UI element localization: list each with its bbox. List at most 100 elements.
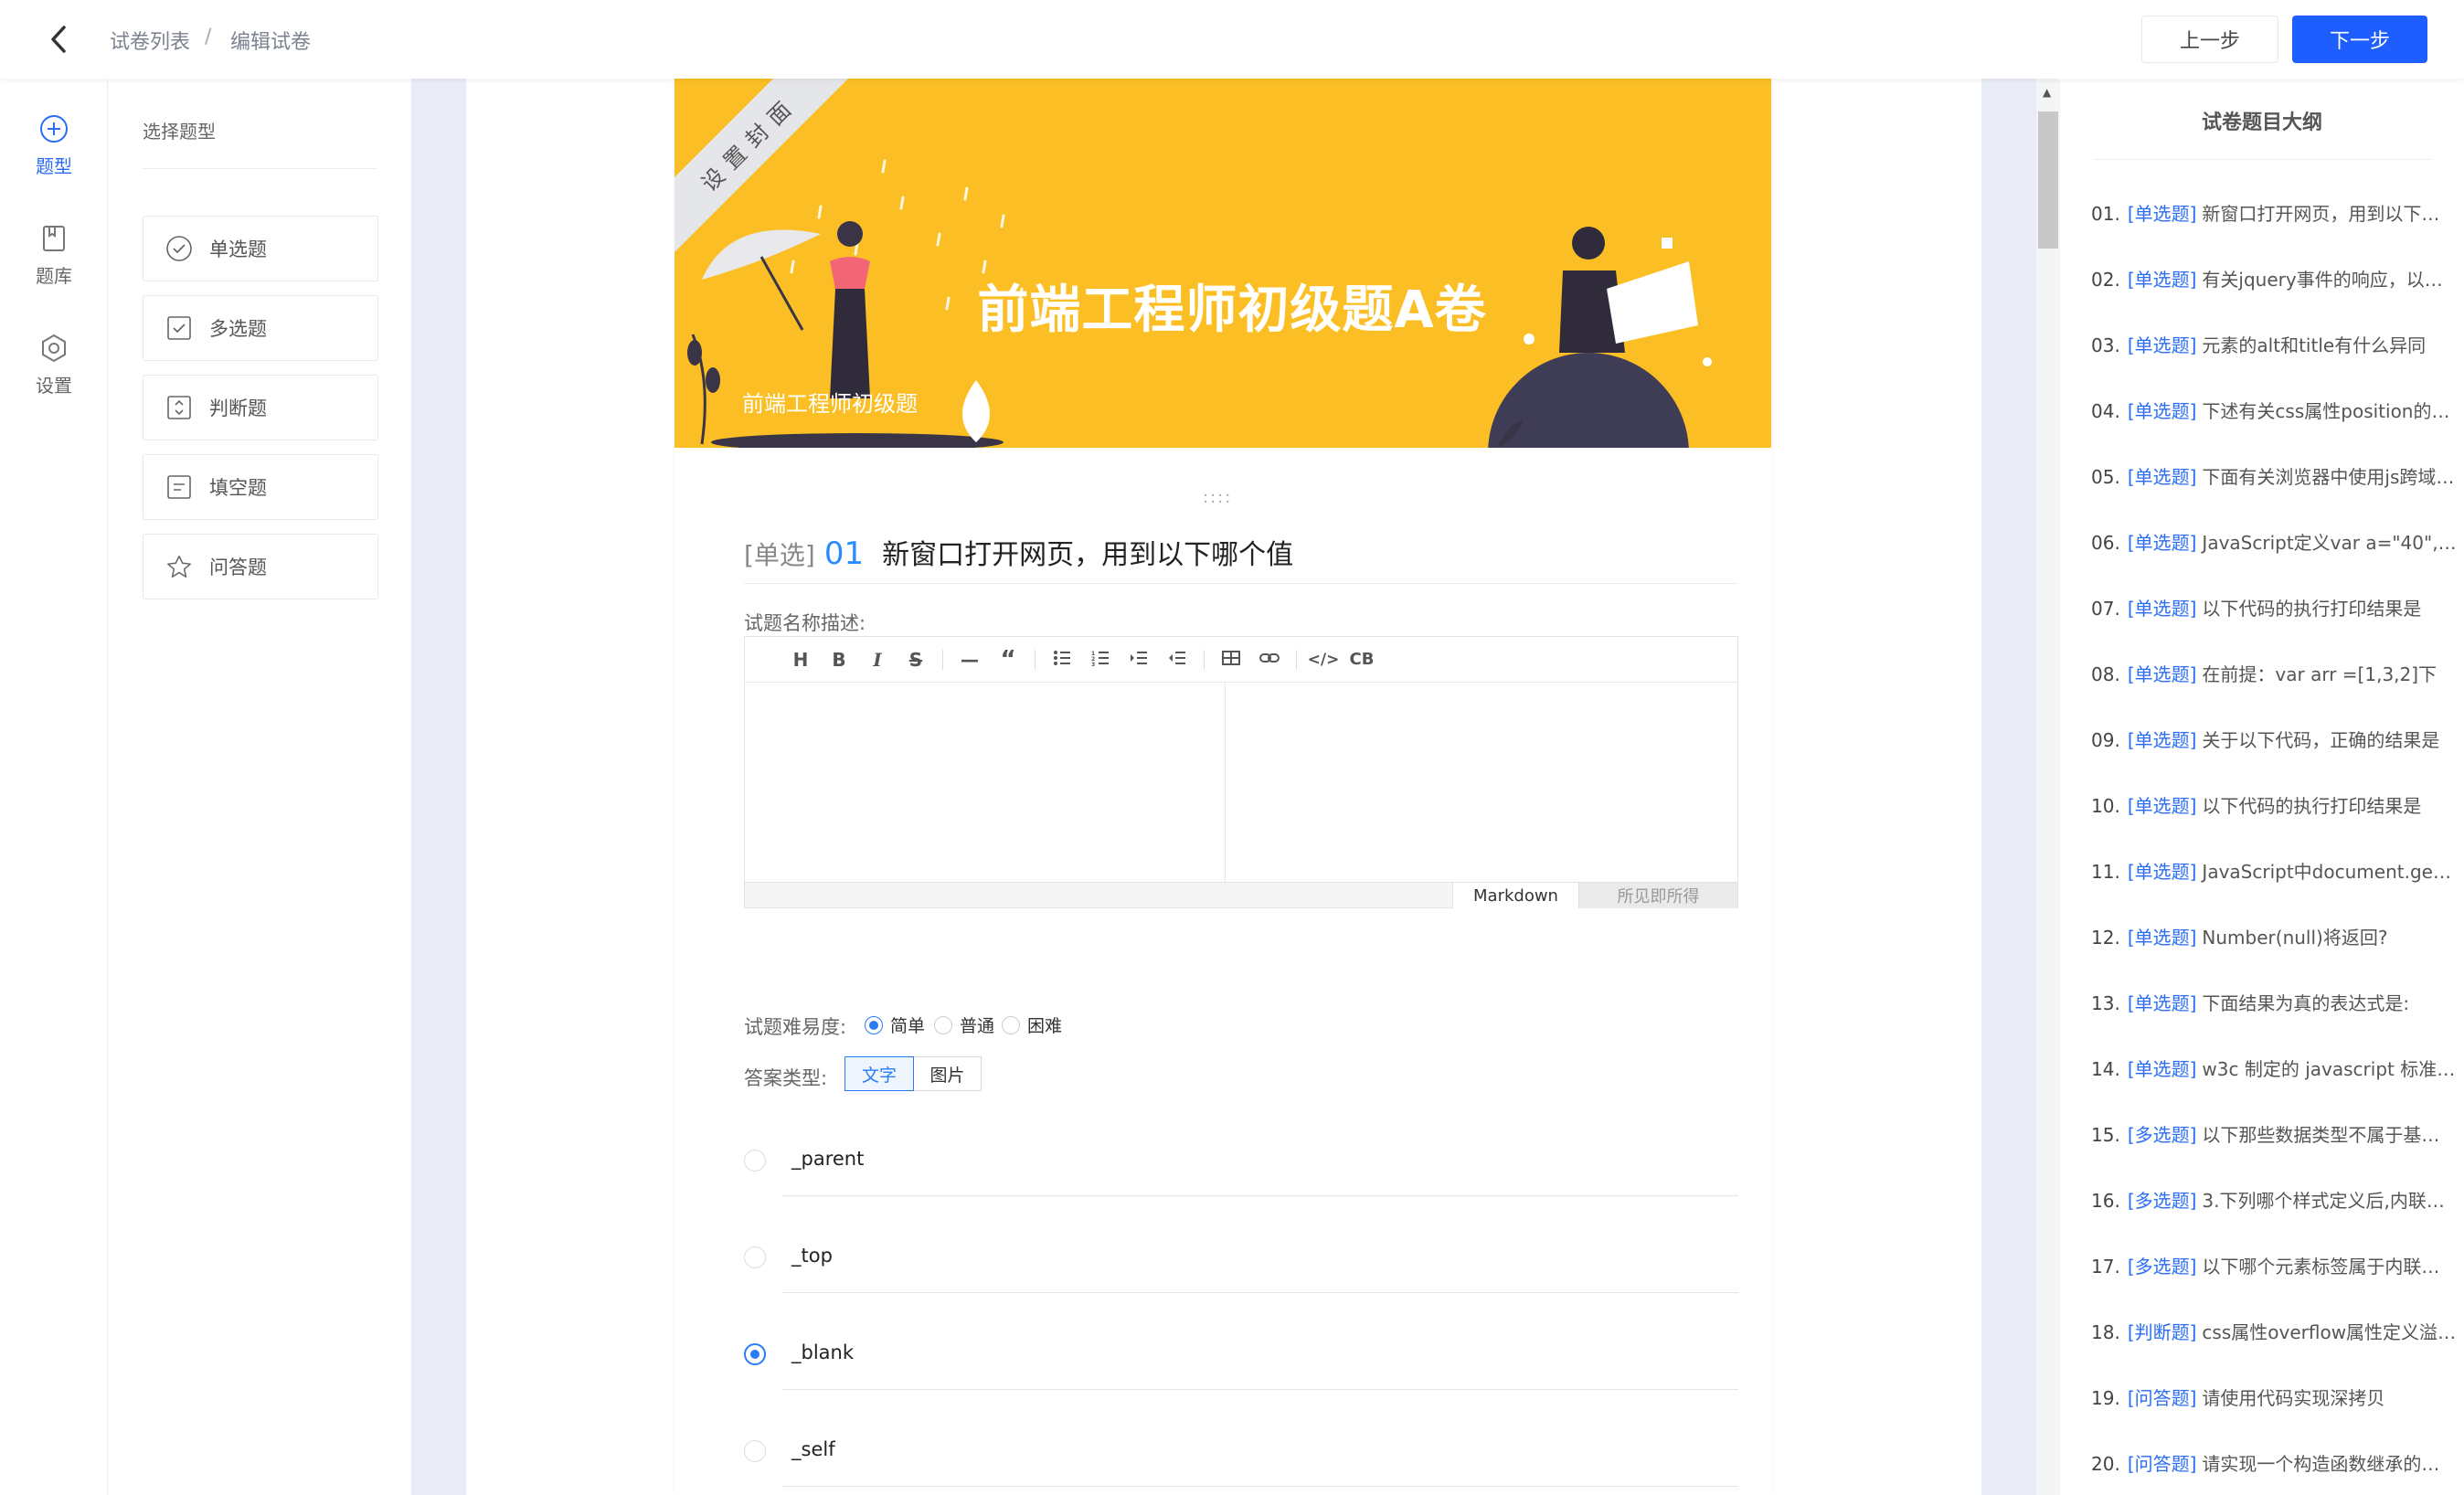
- drag-handle[interactable]: ::::: [1203, 488, 1232, 507]
- option-text[interactable]: _top: [791, 1245, 833, 1267]
- rail-item-settings[interactable]: 设置: [0, 333, 108, 420]
- option-radio[interactable]: [744, 1246, 766, 1268]
- option-text[interactable]: _self: [791, 1438, 835, 1460]
- outline-item[interactable]: 11. [单选题]JavaScript中document.getElementBy…: [2091, 857, 2457, 884]
- markdown-editor: H B I S — “ 123 </> CB Markdown 所见即所得: [744, 636, 1738, 908]
- outline-item-type: [多选题]: [2127, 1124, 2197, 1146]
- difficulty-option-hard[interactable]: 困难: [1002, 1013, 1062, 1037]
- outline-item-number: 08.: [2091, 663, 2120, 685]
- answer-type-text[interactable]: 文字: [844, 1056, 914, 1091]
- option-text[interactable]: _parent: [791, 1148, 864, 1170]
- code-block-icon[interactable]: CB: [1343, 650, 1381, 669]
- rail-label: 设置: [36, 375, 72, 397]
- outline-item[interactable]: 17. [多选题] 以下哪个元素标签属于内联元素: [2091, 1252, 2457, 1278]
- next-step-button[interactable]: 下一步: [2292, 16, 2427, 63]
- outline-item-text: JavaScript中document.getElementById: [2202, 861, 2457, 883]
- back-arrow-icon[interactable]: [37, 16, 82, 62]
- outline-item-text: 请使用代码实现深拷贝: [2202, 1387, 2385, 1409]
- wysiwyg-mode-tab[interactable]: 所见即所得: [1578, 883, 1737, 908]
- type-card-multi-choice[interactable]: 多选题: [143, 295, 378, 361]
- answer-type-image[interactable]: 图片: [914, 1056, 982, 1091]
- code-icon[interactable]: </>: [1304, 651, 1343, 669]
- rail-item-question-bank[interactable]: 题库: [0, 223, 108, 311]
- editor-mode-bar: Markdown 所见即所得: [745, 882, 1737, 908]
- answer-option[interactable]: _top: [744, 1226, 1738, 1294]
- editor-toolbar: H B I S — “ 123 </> CB: [745, 637, 1737, 683]
- outline-item[interactable]: 04. [单选题]下述有关css属性position的属性值: [2091, 397, 2457, 423]
- outline-item-number: 02.: [2091, 269, 2120, 291]
- outline-item[interactable]: 16. [多选题] 3.下列哪个样式定义后,内联元素: [2091, 1186, 2457, 1213]
- plus-circle-icon: [40, 115, 68, 143]
- outline-item[interactable]: 05. [单选题]下面有关浏览器中使用js跨域获取数据: [2091, 462, 2457, 489]
- outline-item-type: [单选题]: [2127, 466, 2197, 488]
- outline-item-number: 18.: [2091, 1321, 2120, 1343]
- outline-item[interactable]: 08. [单选题] 在前提：var arr =[1,3,2]下: [2091, 660, 2457, 686]
- outline-item-number: 01.: [2091, 203, 2120, 225]
- outline-item-type: [单选题]: [2127, 861, 2197, 883]
- outline-item-text: 关于以下代码，正确的结果是: [2202, 729, 2440, 751]
- radio-icon: [1002, 1015, 1020, 1034]
- toolbar-separator: [1296, 649, 1297, 670]
- outline-item[interactable]: 07. [单选题] 以下代码的执行打印结果是: [2091, 594, 2457, 620]
- outline-item[interactable]: 15. [多选题]以下那些数据类型不属于基本数据类型: [2091, 1120, 2457, 1147]
- outline-item[interactable]: 02. [单选题] 有关jquery事件的响应，以下哪个: [2091, 265, 2457, 292]
- heading-icon[interactable]: H: [781, 649, 820, 671]
- markdown-mode-tab[interactable]: Markdown: [1452, 883, 1578, 908]
- quote-icon[interactable]: “: [989, 646, 1027, 673]
- toolbar-separator: [942, 649, 943, 670]
- answer-option[interactable]: _parent: [744, 1129, 1738, 1197]
- outline-item[interactable]: 19. [问答题] 请使用代码实现深拷贝: [2091, 1384, 2457, 1410]
- outline-item[interactable]: 14. [单选题]w3c 制定的 javascript 标准事件模型: [2091, 1055, 2457, 1081]
- breadcrumb-paper-list[interactable]: 试卷列表: [110, 26, 190, 55]
- option-radio-selected[interactable]: [744, 1343, 766, 1365]
- option-text[interactable]: _blank: [791, 1341, 854, 1363]
- type-card-qa[interactable]: 问答题: [143, 534, 378, 599]
- answer-option[interactable]: _blank: [744, 1323, 1738, 1391]
- paper-cover[interactable]: 设置封面 前端工程师初级题A卷 前端工程师初级题: [674, 79, 1771, 448]
- outline-item[interactable]: 18. [判断题]css属性overflow属性定义溢出元素内容: [2091, 1318, 2457, 1344]
- outline-item[interactable]: 03. [单选题] 元素的alt和title有什么异同: [2091, 331, 2457, 357]
- rail-item-question-types[interactable]: 题型: [0, 113, 108, 201]
- breadcrumb-separator: /: [205, 26, 212, 48]
- option-radio[interactable]: [744, 1440, 766, 1462]
- vertical-scrollbar[interactable]: ▲: [2036, 79, 2060, 1495]
- prev-step-button[interactable]: 上一步: [2141, 16, 2278, 63]
- outline-item-text: Number(null)将返回?: [2202, 927, 2388, 949]
- strikethrough-icon[interactable]: S: [897, 649, 935, 671]
- outline-item[interactable]: 09. [单选题] 关于以下代码，正确的结果是: [2091, 726, 2457, 752]
- rail-label: 题型: [36, 155, 72, 177]
- italic-icon[interactable]: I: [858, 649, 897, 671]
- scroll-up-arrow-icon[interactable]: ▲: [2043, 86, 2051, 99]
- type-card-true-false[interactable]: 判断题: [143, 375, 378, 440]
- type-card-single-choice[interactable]: 单选题: [143, 216, 378, 281]
- outline-item[interactable]: 12. [单选题] Number(null)将返回?: [2091, 923, 2457, 949]
- bold-icon[interactable]: B: [820, 649, 858, 671]
- indent-icon[interactable]: [1120, 649, 1158, 671]
- cover-title: 前端工程师初级题A卷: [977, 281, 1487, 340]
- scroll-thumb[interactable]: [2038, 111, 2058, 249]
- table-icon[interactable]: [1212, 649, 1250, 671]
- outline-item-number: 05.: [2091, 466, 2120, 488]
- bullet-list-icon[interactable]: [1043, 649, 1081, 671]
- difficulty-option-normal[interactable]: 普通: [934, 1013, 994, 1037]
- answer-option[interactable]: _self: [744, 1420, 1738, 1488]
- question-type-panel: 选择题型 单选题 多选题 判断题 填空题 问答题: [108, 79, 411, 1495]
- outline-item[interactable]: 13. [单选题] 下面结果为真的表达式是:: [2091, 989, 2457, 1015]
- difficulty-option-easy[interactable]: 简单: [865, 1013, 925, 1037]
- outline-item-number: 10.: [2091, 795, 2120, 817]
- outline-item-number: 13.: [2091, 992, 2120, 1014]
- type-label: 填空题: [209, 477, 267, 499]
- horizontal-rule-icon[interactable]: —: [951, 649, 989, 671]
- link-icon[interactable]: [1250, 649, 1289, 671]
- outline-item[interactable]: 10. [单选题] 以下代码的执行打印结果是: [2091, 791, 2457, 818]
- outline-item[interactable]: 06. [单选题]JavaScript定义var a="40",var b=7: [2091, 528, 2457, 555]
- outline-item[interactable]: 01. [单选题] 新窗口打开网页，用到以下哪个值: [2091, 199, 2457, 226]
- outline-item-number: 16.: [2091, 1190, 2120, 1212]
- ordered-list-icon[interactable]: 123: [1081, 649, 1120, 671]
- question-title[interactable]: 新窗口打开网页，用到以下哪个值: [882, 532, 1293, 572]
- outline-item-number: 17.: [2091, 1256, 2120, 1278]
- outdent-icon[interactable]: [1158, 649, 1196, 671]
- option-radio[interactable]: [744, 1150, 766, 1172]
- type-card-fill-blank[interactable]: 填空题: [143, 454, 378, 520]
- outline-item[interactable]: 20. [问答题] 请实现一个构造函数继承的方法: [2091, 1449, 2457, 1476]
